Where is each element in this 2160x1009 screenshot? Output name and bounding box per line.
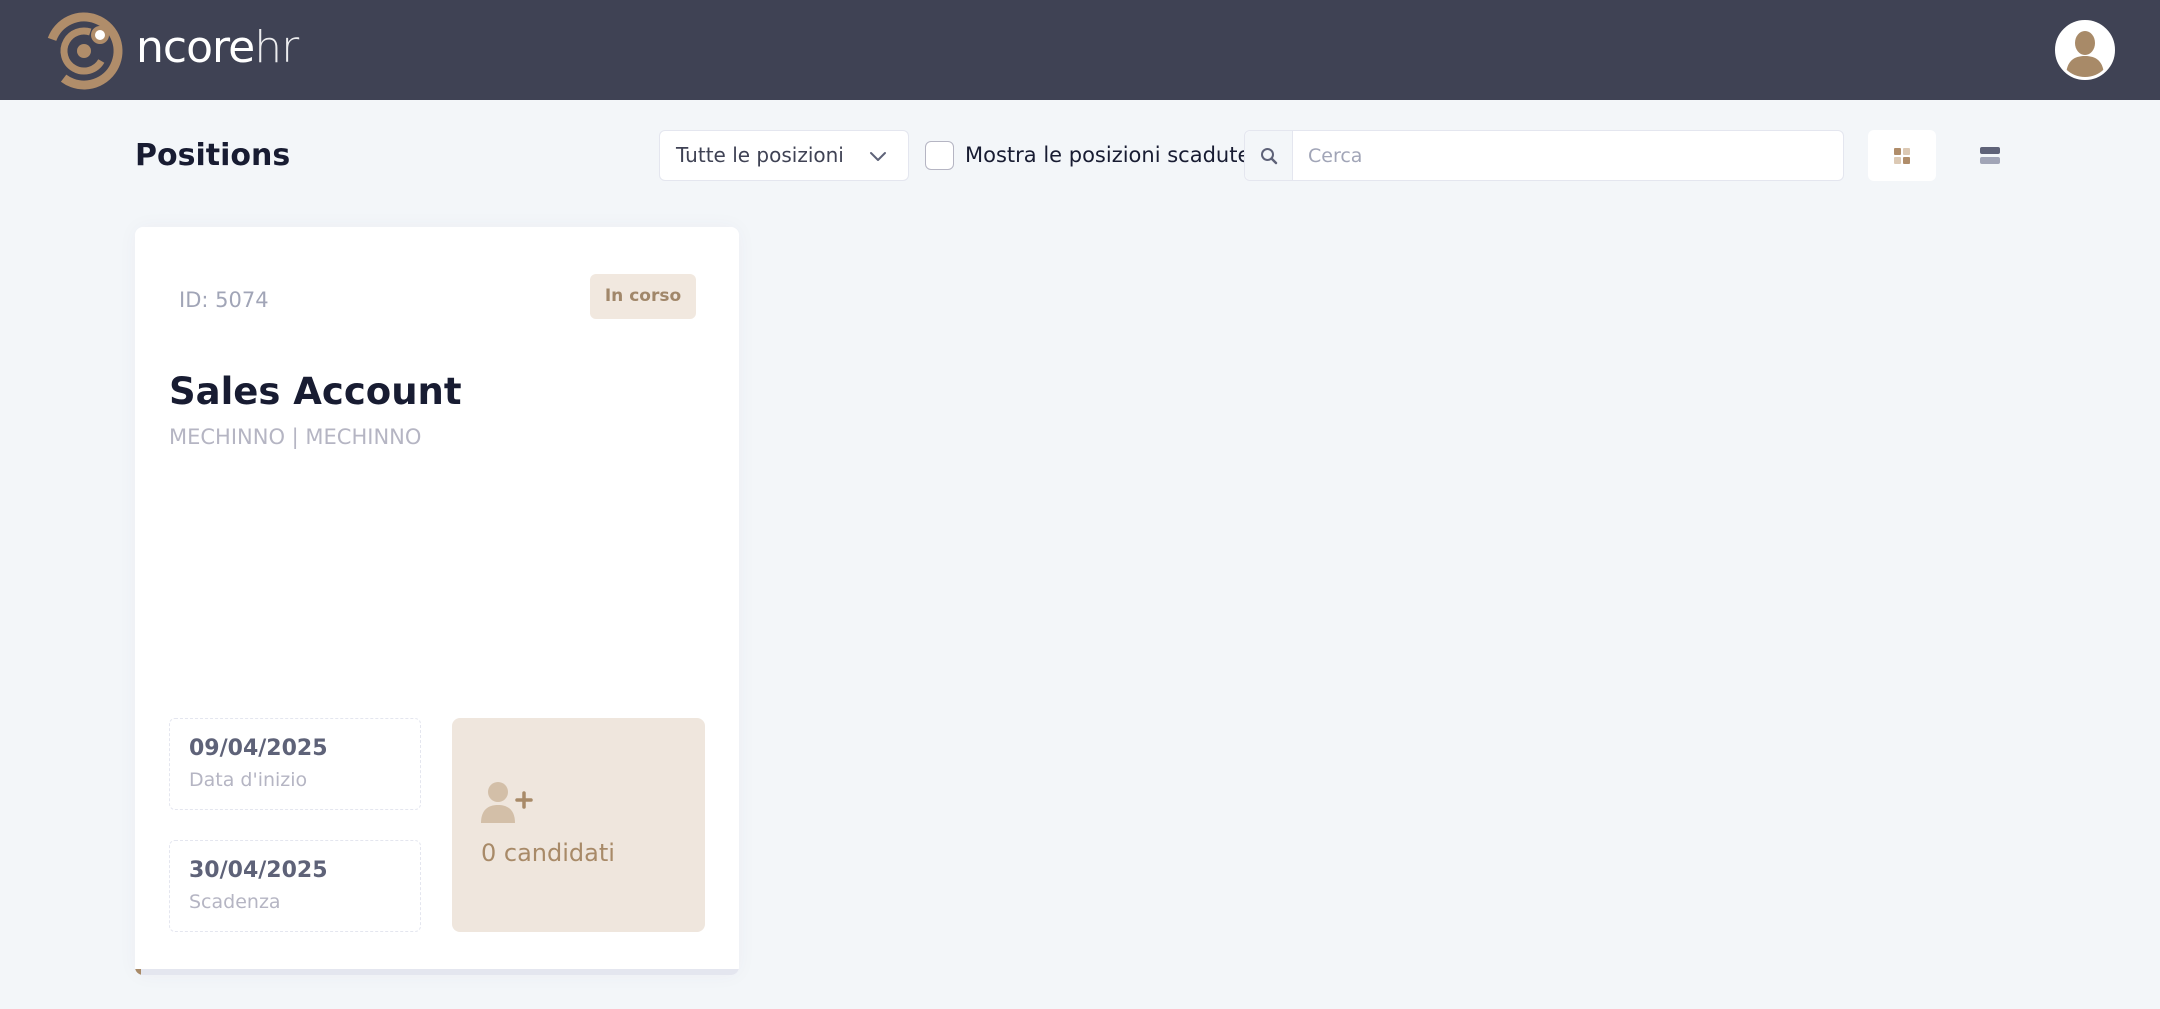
user-avatar[interactable] — [2055, 20, 2115, 80]
list-view-button[interactable] — [1956, 130, 2024, 181]
user-avatar-icon — [2058, 23, 2112, 77]
deadline-label: Scadenza — [189, 891, 281, 913]
user-plus-icon — [481, 782, 533, 823]
position-company: MECHINNO | MECHINNO — [169, 425, 422, 449]
start-date-box: 09/04/2025 Data d'inizio — [169, 718, 421, 810]
top-navbar: ncorehr — [0, 0, 2160, 100]
search-box — [1244, 130, 1844, 181]
add-candidates-button[interactable]: 0 candidati — [452, 718, 705, 932]
list-view-icon — [1980, 147, 2000, 164]
status-badge: In corso — [590, 274, 696, 319]
position-progress-fill — [135, 969, 142, 975]
brand-name-light: hr — [254, 22, 299, 73]
search-icon — [1261, 148, 1278, 165]
position-id: ID: 5074 — [179, 288, 269, 312]
show-expired-checkbox[interactable] — [925, 141, 954, 170]
brand-name[interactable]: ncorehr — [136, 18, 299, 78]
start-date-label: Data d'inizio — [189, 769, 308, 791]
brand-name-bold: ncore — [136, 22, 255, 73]
grid-view-icon — [1894, 148, 1910, 164]
positions-filter-select[interactable]: Tutte le posizioni — [659, 130, 909, 181]
deadline-box: 30/04/2025 Scadenza — [169, 840, 421, 932]
page-title: Positions — [135, 138, 291, 173]
deadline-value: 30/04/2025 — [189, 858, 328, 883]
position-progress-bar — [135, 969, 739, 975]
ncore-logo-icon[interactable] — [44, 11, 124, 91]
positions-filter-value: Tutte le posizioni — [676, 143, 844, 167]
position-card[interactable]: ID: 5074 In corso Sales Account MECHINNO… — [135, 227, 739, 975]
grid-view-button[interactable] — [1868, 130, 1936, 181]
candidates-count: 0 candidati — [481, 839, 615, 867]
position-title[interactable]: Sales Account — [169, 367, 462, 417]
search-icon-container — [1245, 131, 1293, 180]
start-date-value: 09/04/2025 — [189, 736, 328, 761]
show-expired-label[interactable]: Mostra le posizioni scadute — [965, 136, 1250, 174]
search-input[interactable] — [1294, 131, 1842, 180]
chevron-down-icon — [870, 152, 886, 161]
